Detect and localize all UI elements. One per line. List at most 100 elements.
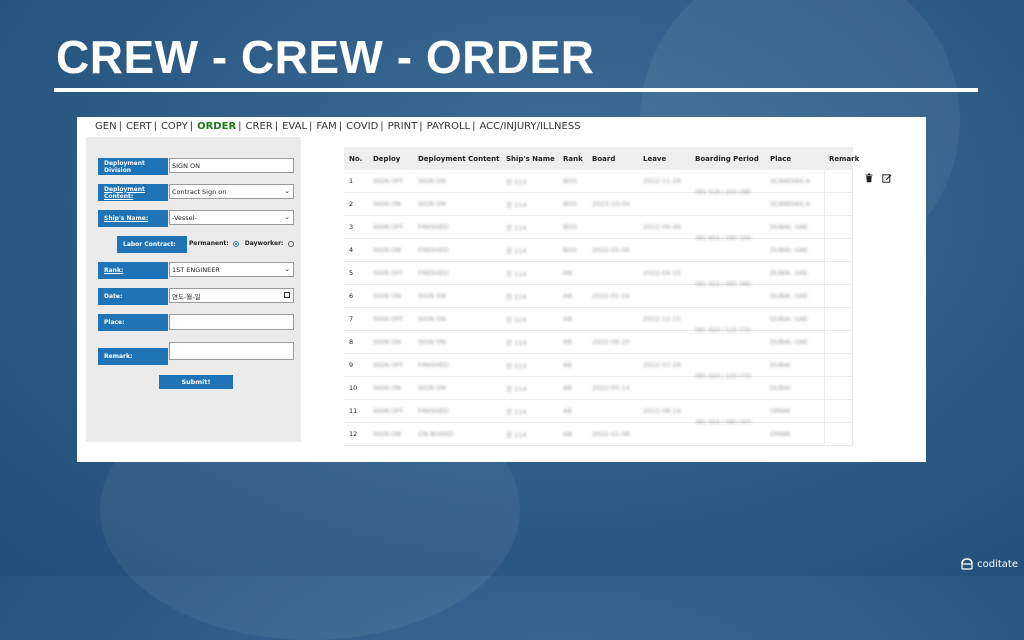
- table-cell-remark: [824, 216, 853, 238]
- deployment-division-label: Deployment Division: [98, 158, 168, 175]
- table-cell-rank: AB: [563, 361, 572, 369]
- nav-separator: |: [472, 121, 476, 132]
- labor-contract-label: Labor Contract:: [117, 236, 187, 253]
- table-cell-leave: 2022-06-48: [643, 223, 681, 231]
- table-cell-rank: AB: [563, 269, 572, 277]
- table-cell-deploy: SIGN ON: [373, 200, 401, 208]
- edit-icon[interactable]: [882, 173, 892, 183]
- order-table: No. Deploy Deployment Content Ship's Name Ra…: [344, 147, 859, 446]
- tab-payroll[interactable]: PAYROLL: [427, 121, 471, 132]
- dayworker-radio[interactable]: [287, 240, 294, 247]
- table-cell-board: 2022-01-14: [592, 292, 630, 300]
- table-cell-ship: 전 114: [506, 178, 527, 186]
- table-row[interactable]: 7 SIGN OFF SIGN ON 전 114 AB 2022-11-15 DUBAI, …: [344, 308, 853, 331]
- tab-covid[interactable]: COVID: [346, 121, 378, 132]
- table-cell-ship: 전 114: [506, 247, 527, 255]
- table-cell-remark: [824, 170, 853, 192]
- table-row[interactable]: 11 SIGN OFF FINISHED 전 114 AB 2022-08-14 OMAN: [344, 400, 853, 423]
- table-cell-place: DUBAI, UAE: [770, 269, 809, 277]
- table-cell-remark: [824, 262, 853, 284]
- tab-fam[interactable]: FAM: [316, 121, 336, 132]
- table-cell-deploy: SIGN OFF: [373, 177, 404, 185]
- table-cell-board: 2022-06-20: [592, 338, 630, 346]
- table-row[interactable]: 1 SIGN OFF SIGN ON 전 114 BOS 2022-11-28 SCANDI…: [344, 170, 853, 193]
- tab-crer[interactable]: CRER: [246, 121, 273, 132]
- table-cell-period: [690, 193, 765, 215]
- nav-separator: |: [274, 121, 279, 132]
- table-cell-remark: [824, 354, 853, 376]
- tab-copy[interactable]: COPY: [161, 121, 188, 132]
- dayworker-label: Dayworker:: [244, 240, 284, 247]
- column-header: No.: [349, 154, 363, 163]
- deployment-content-select[interactable]: Contract Sign on ⌄: [169, 184, 294, 199]
- row-actions: [864, 173, 892, 183]
- date-placeholder: 연도-월-일: [172, 292, 201, 301]
- column-header: Deploy: [373, 154, 401, 163]
- table-cell-no: 9: [349, 361, 354, 369]
- table-cell-place: DUBAI, UAE: [770, 292, 809, 300]
- table-row[interactable]: 2 SIGN ON SIGN ON 전 114 BOS 2023-10-04 SCANDIA…: [344, 193, 853, 216]
- nav-separator: |: [238, 121, 242, 132]
- chevron-down-icon: ⌄: [284, 265, 290, 273]
- tab-eval[interactable]: EVAL: [282, 121, 307, 132]
- table-cell-no: 3: [349, 223, 354, 231]
- date-input[interactable]: 연도-월-일: [169, 288, 294, 303]
- ships-name-select[interactable]: -Vessel- ⌄: [169, 210, 294, 225]
- trash-icon[interactable]: [864, 173, 874, 183]
- deployment-division-input[interactable]: SIGN ON: [169, 158, 294, 173]
- table-cell-place: DUBAI, UAE: [770, 338, 809, 346]
- table-cell-period: [690, 377, 765, 399]
- table-cell-leave: [638, 285, 690, 307]
- table-cell-ship: 전 114: [506, 408, 527, 416]
- table-cell-leave: [638, 423, 690, 445]
- calendar-icon[interactable]: [284, 292, 290, 298]
- table-cell-leave: [638, 331, 690, 353]
- table-cell-no: 5: [349, 269, 354, 277]
- table-row[interactable]: 4 SIGN ON FINISHED 전 114 BOS 2022-05-06 DUBAI,…: [344, 239, 853, 262]
- table-cell-no: 4: [349, 246, 354, 254]
- table-body: 1 SIGN OFF SIGN ON 전 114 BOS 2022-11-28 SCANDI…: [344, 170, 853, 446]
- remark-textarea[interactable]: [169, 342, 294, 360]
- table-cell-ship: 전 114: [506, 385, 527, 393]
- coditate-logo-icon: [961, 558, 973, 570]
- tab-gen[interactable]: GEN: [95, 121, 117, 132]
- rank-value: 1ST ENGINEER: [172, 265, 220, 274]
- table-cell-place: DUBAI: [770, 384, 791, 392]
- table-cell-no: 7: [349, 315, 354, 323]
- table-cell-deploy: SIGN OFF: [373, 407, 404, 415]
- rank-select[interactable]: 1ST ENGINEER ⌄: [169, 262, 294, 277]
- table-row[interactable]: 8 SIGN ON SIGN ON 전 114 AB 2022-06-20 DUBAI, U…: [344, 331, 853, 354]
- nav-separator: |: [380, 121, 384, 132]
- table-cell-no: 10: [349, 384, 358, 392]
- table-row[interactable]: 12 SIGN ON ON BOARD 전 114 AB 2022-02-08 OMAN: [344, 423, 853, 446]
- table-cell-content: SIGN ON: [418, 384, 446, 392]
- table-cell-content: SIGN ON: [418, 177, 446, 185]
- table-cell-no: 6: [349, 292, 354, 300]
- table-row[interactable]: 6 SIGN ON SIGN ON 전 114 AB 2022-01-14 DUBAI, U…: [344, 285, 853, 308]
- place-label: Place:: [98, 314, 168, 331]
- table-cell-deploy: SIGN OFF: [373, 315, 404, 323]
- table-cell-period: [690, 285, 765, 307]
- place-input[interactable]: [169, 314, 294, 330]
- submit-button[interactable]: Submit!: [159, 375, 233, 389]
- tab-print[interactable]: PRINT: [388, 121, 418, 132]
- labor-contract-options: Permanent: Dayworker:: [189, 240, 294, 247]
- permanent-radio[interactable]: [232, 240, 239, 247]
- table-row[interactable]: 5 SIGN OFF FINISHED 전 114 AB 2022-04-15 DUBAI,…: [344, 262, 853, 285]
- tab-order[interactable]: ORDER: [197, 121, 236, 132]
- table-cell-board: [587, 170, 638, 192]
- tab-cert[interactable]: CERT: [126, 121, 152, 132]
- boarding-period-value: 081 024 / 125 (73): [695, 373, 752, 380]
- tab-nav: GEN | CERT | COPY | ORDER | CRER | EVAL | FAM | COVID |…: [95, 121, 581, 132]
- table-cell-content: FINISHED: [418, 269, 449, 277]
- table-row[interactable]: 9 SIGN OFF FINISHED 전 114 AB 2022-07-28 DUBAI: [344, 354, 853, 377]
- table-row[interactable]: 10 SIGN ON SIGN ON 전 114 AB 2022-05-14 DUBAI: [344, 377, 853, 400]
- table-cell-no: 1: [349, 177, 354, 185]
- table-cell-no: 12: [349, 430, 358, 438]
- tab-acc-injury-illness[interactable]: ACC/INJURY/ILLNESS: [479, 121, 580, 132]
- boarding-period-value: 081 024 / 065 (96): [695, 281, 752, 288]
- table-cell-leave: 2022-07-28: [643, 361, 681, 369]
- table-cell-rank: AB: [563, 384, 572, 392]
- table-cell-rank: AB: [563, 338, 572, 346]
- table-row[interactable]: 3 SIGN OFF FINISHED 전 114 BOS 2022-06-48 DUBAI…: [344, 216, 853, 239]
